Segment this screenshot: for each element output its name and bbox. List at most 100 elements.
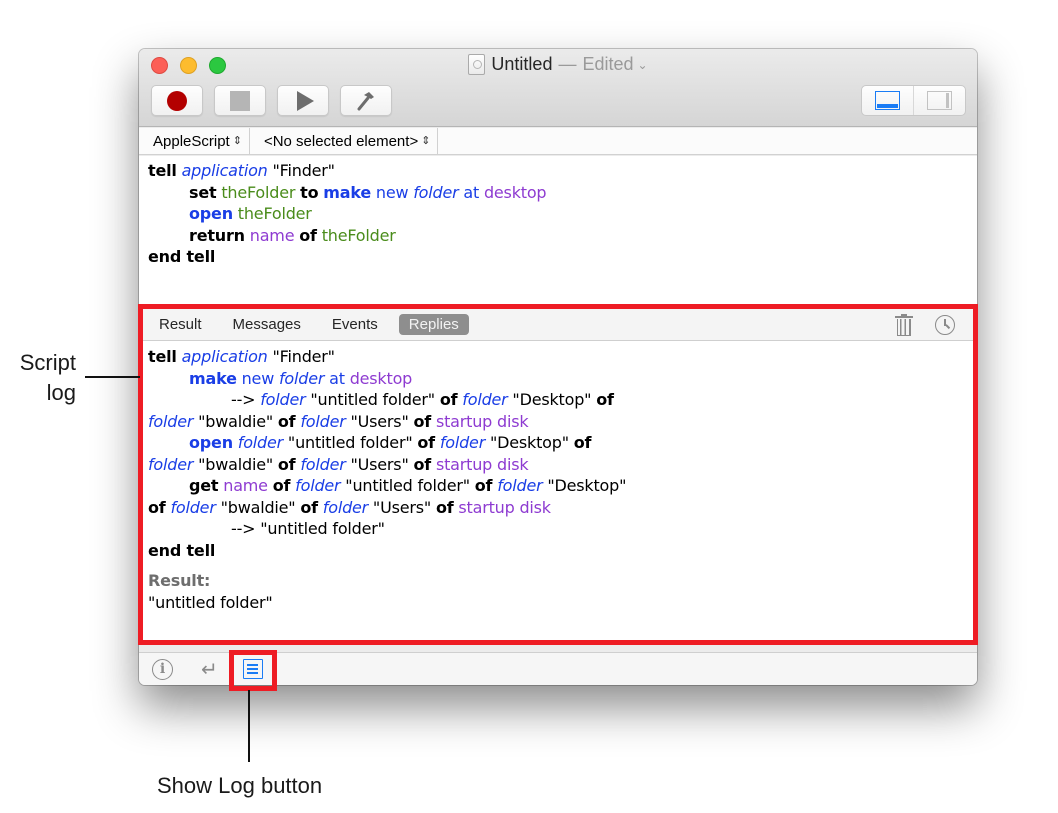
code-token: "Desktop": [542, 476, 627, 495]
run-button[interactable]: [277, 85, 329, 116]
code-token: desktop: [349, 368, 413, 388]
show-log-callout: Show Log button: [157, 773, 323, 798]
result-value: "untitled folder": [148, 592, 273, 612]
show-bottom-pane-button[interactable]: [862, 86, 913, 115]
log-tabs: Result Messages Events Replies: [139, 309, 977, 341]
code-token: "bwaldie": [215, 497, 301, 517]
code-token: new: [236, 368, 279, 388]
code-token: folder: [300, 454, 346, 474]
code-line: return name of theFolder: [148, 225, 546, 247]
play-icon: [296, 90, 314, 111]
updown-arrows-icon: ⇕: [232, 134, 242, 147]
log-line: tell application "Finder": [148, 346, 626, 368]
code-token: startup disk: [435, 454, 529, 474]
updown-arrows-icon: ⇕: [421, 134, 431, 147]
code-line: set theFolder to make new folder at desk…: [148, 182, 547, 204]
code-line: open theFolder: [148, 203, 546, 225]
log-tools: [895, 314, 955, 336]
element-label: <No selected element>: [263, 132, 419, 150]
language-label: AppleScript: [153, 132, 230, 150]
log-line: folder "bwaldie" of folder "Users" of st…: [148, 411, 626, 433]
log-content: tell application "Finder" make new folder…: [148, 346, 626, 613]
script-log-callout: Script log: [10, 348, 76, 408]
log-lines: tell application "Finder" make new folder…: [148, 346, 626, 561]
log-line: --> "untitled folder": [148, 518, 626, 540]
tab-events[interactable]: Events: [322, 314, 388, 335]
clock-icon[interactable]: [935, 315, 955, 335]
code-token: name: [223, 476, 268, 495]
log-line: make new folder at desktop: [148, 368, 626, 390]
code-token: set: [189, 182, 217, 202]
code-token: "Desktop": [507, 390, 597, 409]
code-token: tell: [148, 347, 177, 366]
code-token: of: [413, 454, 432, 474]
code-token: of: [277, 454, 296, 474]
tab-replies[interactable]: Replies: [398, 314, 469, 335]
script-editor[interactable]: tell application "Finder" set theFolder t…: [139, 156, 977, 308]
code-token: of: [417, 433, 435, 452]
code-token: "untitled folder": [283, 433, 418, 452]
title-separator: —: [558, 54, 577, 74]
code-token: "Users": [345, 454, 414, 474]
code-token: of: [272, 476, 291, 495]
compile-button[interactable]: [340, 85, 392, 116]
code-token: end tell: [148, 540, 216, 560]
code-token: application: [181, 161, 268, 180]
log-line: open folder "untitled folder" of folder …: [148, 432, 626, 454]
code-line: end tell: [148, 246, 546, 268]
title-bar: Untitled — Edited ⌄: [139, 49, 977, 127]
code-token: of: [474, 476, 493, 495]
code-token: end tell: [148, 247, 216, 266]
show-log-icon[interactable]: [243, 659, 263, 679]
chevron-down-icon[interactable]: ⌄: [638, 58, 648, 72]
code-token: of: [299, 225, 317, 245]
code-token: open: [189, 204, 233, 223]
code-token: get: [189, 476, 219, 495]
code-token: of: [596, 390, 614, 409]
language-popup[interactable]: AppleScript ⇕: [139, 128, 250, 154]
callout-line-1: Script: [19, 350, 76, 375]
code-token: "untitled folder": [340, 476, 475, 495]
tab-messages[interactable]: Messages: [223, 314, 311, 335]
code-token: folder: [413, 182, 459, 202]
code-token: folder: [148, 411, 194, 431]
code-token: of: [435, 497, 454, 517]
script-code[interactable]: tell application "Finder" set theFolder t…: [148, 160, 547, 268]
window-title[interactable]: Untitled — Edited ⌄: [139, 54, 977, 75]
element-popup[interactable]: <No selected element> ⇕: [250, 128, 439, 154]
code-token: folder: [462, 390, 508, 409]
code-token: folder: [300, 411, 346, 431]
log-line: --> folder "untitled folder" of folder "…: [148, 389, 626, 411]
record-button[interactable]: [151, 85, 203, 116]
code-token: to: [300, 182, 319, 202]
callout-line-2: log: [46, 380, 76, 405]
return-icon[interactable]: ↵: [201, 657, 218, 682]
code-token: of: [413, 411, 432, 431]
code-token: "untitled folder": [305, 390, 440, 409]
document-icon: [468, 54, 486, 75]
code-token: "Users": [368, 497, 436, 517]
trash-icon[interactable]: [895, 314, 913, 336]
code-token: "Finder": [267, 161, 336, 180]
code-token: folder: [322, 497, 369, 517]
code-token: of: [148, 497, 166, 517]
code-token: -->: [231, 390, 261, 409]
code-token: theFolder: [237, 204, 312, 223]
tab-result[interactable]: Result: [149, 314, 212, 335]
show-side-pane-button[interactable]: [913, 86, 965, 115]
code-token: make: [323, 182, 371, 202]
code-token: theFolder: [221, 182, 296, 202]
script-log-leader-line: [85, 376, 140, 378]
code-token: of: [300, 497, 318, 517]
code-line: tell application "Finder": [148, 160, 546, 182]
log-pane: Result Messages Events Replies tell appl…: [139, 309, 977, 643]
code-token: folder: [295, 476, 341, 495]
code-token: "Finder": [267, 347, 336, 366]
navigation-bar: AppleScript ⇕ <No selected element> ⇕: [139, 128, 977, 155]
info-icon[interactable]: i: [152, 659, 173, 680]
code-token: startup disk: [458, 497, 551, 517]
stop-icon: [230, 90, 250, 111]
stop-button[interactable]: [214, 85, 266, 116]
script-editor-window: Untitled — Edited ⌄ AppleScript ⇕ <No se…: [139, 49, 977, 685]
code-token: at: [324, 368, 350, 388]
